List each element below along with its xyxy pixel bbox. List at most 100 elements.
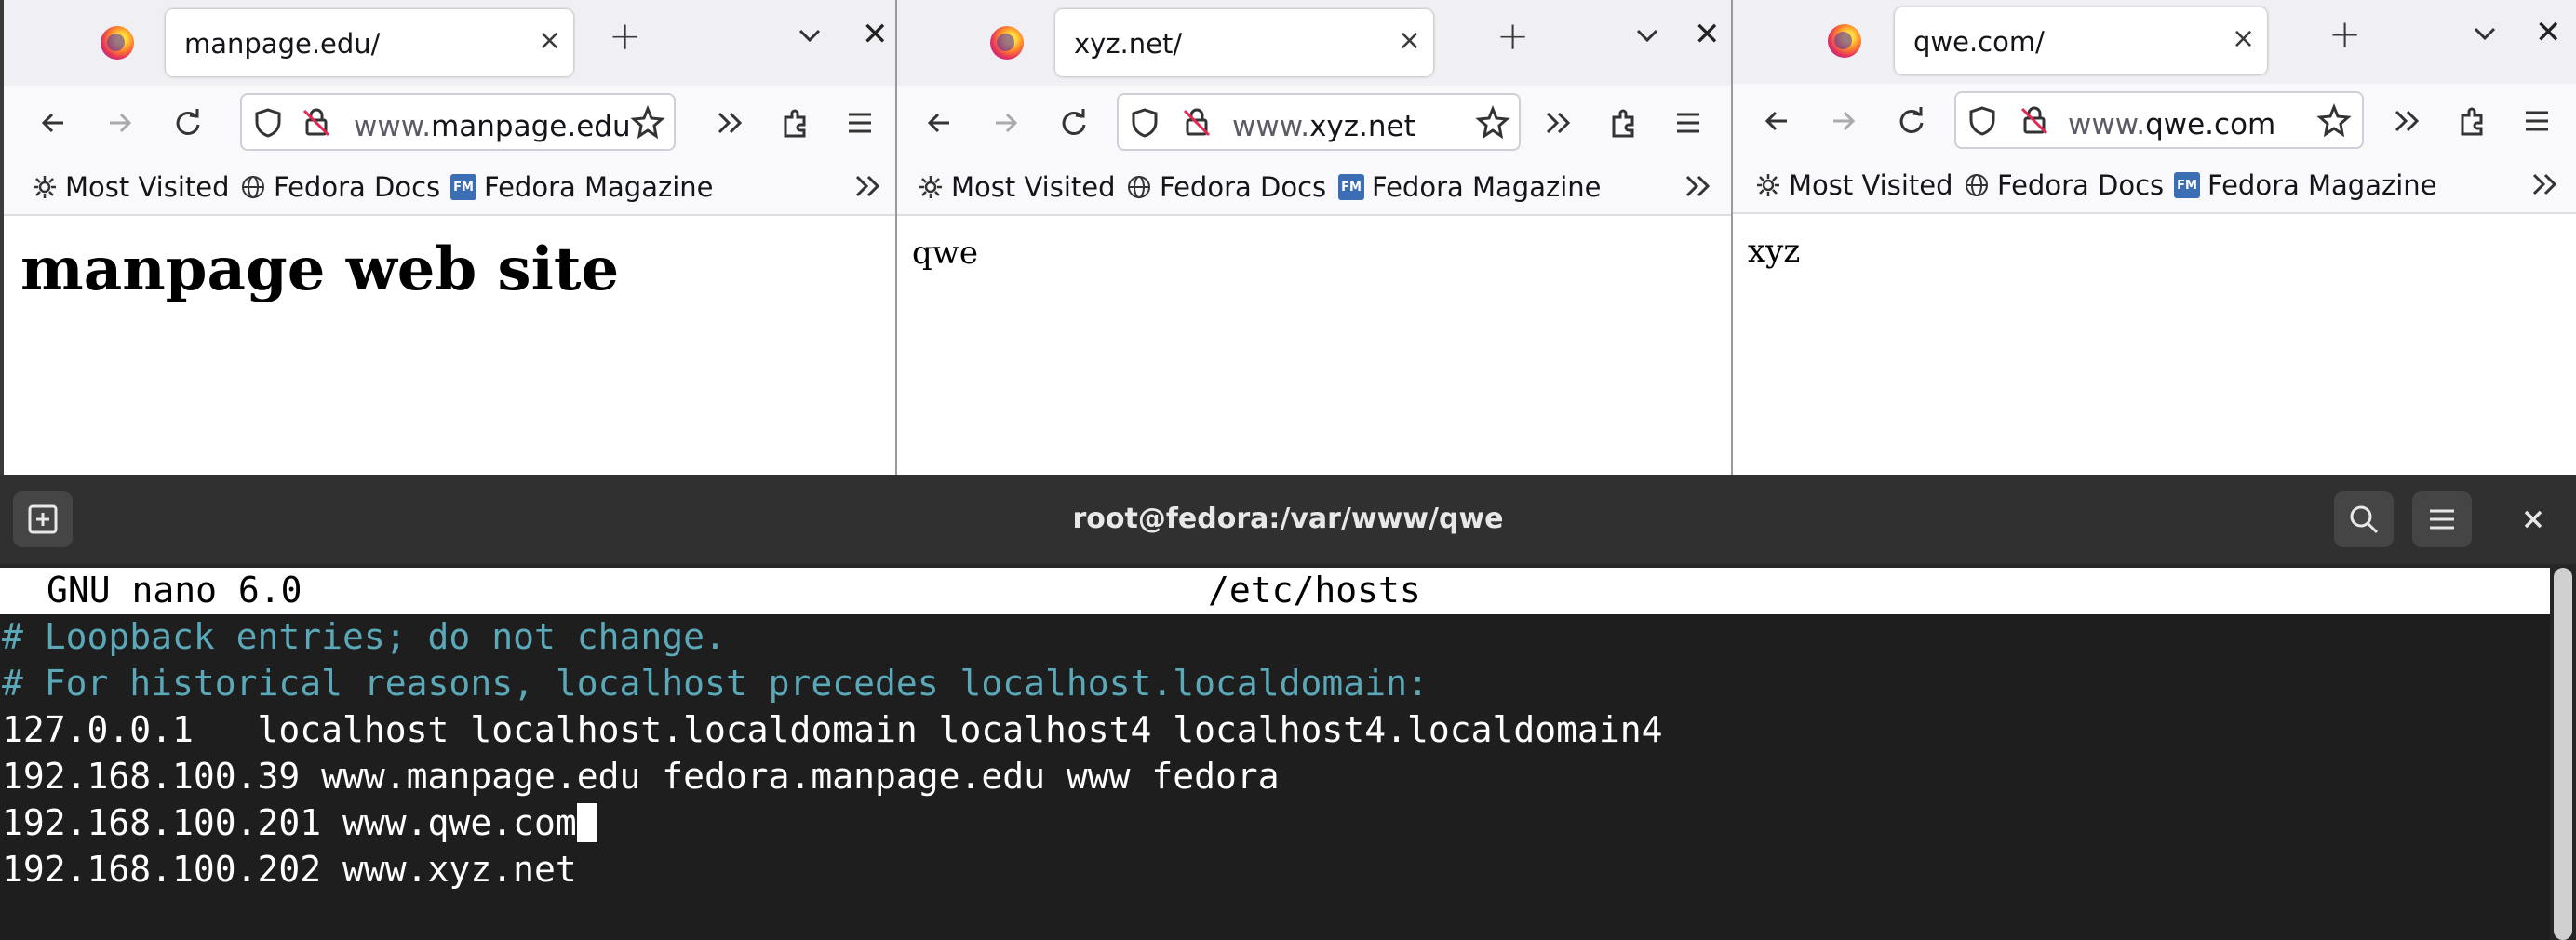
url-bar[interactable]: www.xyz.net	[1117, 93, 1521, 151]
back-arrow-icon[interactable]	[921, 104, 959, 141]
forward-arrow-icon[interactable]	[101, 104, 138, 141]
insecure-lock-icon[interactable]	[1180, 106, 1214, 140]
back-arrow-icon[interactable]	[1759, 102, 1796, 140]
new-tab-button[interactable]: +	[2328, 15, 2361, 54]
url-prefix: www.	[2068, 108, 2146, 141]
menu-button[interactable]	[2412, 491, 2472, 547]
window-close-icon[interactable]: ✕	[2535, 17, 2562, 48]
tab-qwe[interactable]: qwe.com/ ×	[1895, 7, 2267, 74]
tab-close-icon[interactable]: ×	[2232, 22, 2255, 55]
forward-arrow-icon[interactable]	[1824, 102, 1861, 140]
gear-icon	[34, 176, 56, 198]
nano-version: GNU nano 6.0	[47, 570, 302, 611]
browser-window-manpage: manpage.edu/ × + ✕ www.manpage.edu Most …	[0, 0, 895, 475]
extensions-icon[interactable]	[776, 104, 813, 141]
bookmark-fedora-docs[interactable]: Fedora Docs	[1126, 171, 1326, 203]
forward-arrow-icon[interactable]	[986, 104, 1024, 141]
bookmark-label: Fedora Magazine	[484, 171, 714, 203]
bookmark-label: Most Visited	[1789, 169, 1953, 201]
chevron-double-right-icon[interactable]	[2526, 166, 2563, 203]
new-tab-button[interactable]: +	[1496, 17, 1529, 56]
tab-close-icon[interactable]: ×	[1398, 24, 1421, 57]
hamburger-menu-icon	[2430, 509, 2454, 530]
bookmark-fedora-docs[interactable]: Fedora Docs	[1964, 169, 2164, 201]
chevron-down-icon[interactable]	[2472, 20, 2498, 47]
page-content: xyz	[1733, 214, 2576, 475]
tab-strip: manpage.edu/ × + ✕	[4, 0, 895, 86]
gear-icon	[1757, 174, 1779, 196]
new-tab-button[interactable]: +	[609, 17, 641, 56]
star-icon[interactable]	[629, 104, 666, 141]
extensions-icon[interactable]	[1604, 104, 1642, 141]
tab-close-icon[interactable]: ×	[538, 24, 561, 57]
chevron-down-icon[interactable]	[1634, 22, 1660, 48]
bookmark-fedora-docs[interactable]: Fedora Docs	[240, 171, 440, 203]
window-close-icon[interactable]: ✕	[862, 19, 889, 50]
chevron-double-right-icon[interactable]	[1539, 104, 1576, 141]
url-bar[interactable]: www.qwe.com	[1954, 91, 2364, 149]
search-button[interactable]	[2334, 491, 2394, 547]
tab-manpage[interactable]: manpage.edu/ ×	[166, 9, 573, 76]
window-close-icon[interactable]: ✕	[1694, 19, 1721, 50]
reload-icon[interactable]	[1055, 104, 1093, 141]
bookmark-label: Fedora Docs	[1160, 171, 1327, 203]
nano-title-bar: GNU nano 6.0 /etc/hosts	[0, 568, 2550, 614]
fedora-magazine-icon: FM	[450, 174, 476, 200]
tab-title: qwe.com/	[1913, 26, 2045, 58]
tab-strip: qwe.com/ × + ✕	[1733, 0, 2576, 84]
bookmark-most-visited[interactable]: Most Visited	[1755, 169, 1953, 201]
hosts-line: 192.168.100.202 www.xyz.net	[2, 849, 577, 890]
bookmark-label: Fedora Docs	[274, 171, 441, 203]
terminal-header: root@fedora:/var/www/qwe	[0, 475, 2576, 564]
shield-icon[interactable]	[251, 106, 285, 140]
hamburger-menu-icon[interactable]	[841, 104, 879, 141]
bookmark-most-visited[interactable]: Most Visited	[32, 171, 230, 203]
shield-icon[interactable]	[1128, 106, 1161, 140]
close-icon[interactable]	[2516, 503, 2550, 536]
url-text[interactable]: www.xyz.net	[1232, 110, 1415, 143]
hamburger-menu-icon[interactable]	[2518, 102, 2556, 140]
hosts-line: # Loopback entries; do not change.	[2, 616, 726, 657]
chevron-double-right-icon[interactable]	[849, 168, 886, 205]
tab-strip: xyz.net/ × + ✕	[897, 0, 1731, 86]
chevron-double-right-icon[interactable]	[711, 104, 748, 141]
chevron-down-icon[interactable]	[797, 22, 823, 48]
fedora-magazine-icon: FM	[1338, 174, 1364, 200]
browser-window-xyz: xyz.net/ × + ✕ www.xyz.net Most Visited …	[895, 0, 1731, 475]
tab-title: manpage.edu/	[184, 28, 381, 60]
hosts-line: 127.0.0.1 localhost localhost.localdomai…	[2, 709, 1663, 750]
firefox-icon	[990, 26, 1024, 60]
chevron-double-right-icon[interactable]	[2388, 102, 2425, 140]
url-text[interactable]: www.qwe.com	[2068, 108, 2275, 141]
page-content: qwe	[897, 216, 1731, 475]
bookmark-label: Fedora Docs	[1997, 169, 2165, 201]
browser-window-qwe: qwe.com/ × + ✕ www.qwe.com Most Visited …	[1731, 0, 2576, 475]
page-content: manpage web site	[4, 216, 895, 475]
insecure-lock-icon[interactable]	[2018, 104, 2051, 138]
tab-title: xyz.net/	[1074, 28, 1183, 60]
reload-icon[interactable]	[169, 104, 207, 141]
bookmark-most-visited[interactable]: Most Visited	[918, 171, 1116, 203]
star-icon[interactable]	[1474, 104, 1511, 141]
url-text[interactable]: www.manpage.edu	[354, 110, 631, 143]
shield-icon[interactable]	[1966, 104, 1999, 138]
bookmarks-toolbar: Most Visited Fedora Docs FM Fedora Magazi…	[4, 160, 895, 216]
chevron-double-right-icon[interactable]	[1679, 168, 1716, 205]
reload-icon[interactable]	[1893, 102, 1930, 140]
extensions-icon[interactable]	[2453, 102, 2490, 140]
insecure-lock-icon[interactable]	[300, 106, 333, 140]
bookmark-label: Fedora Magazine	[1372, 171, 1602, 203]
nano-filename: /etc/hosts	[1208, 570, 1421, 611]
bookmark-fedora-magazine[interactable]: FM Fedora Magazine	[1338, 171, 1601, 203]
terminal-scrollbar[interactable]	[2554, 568, 2572, 940]
nano-editor[interactable]: GNU nano 6.0 /etc/hosts # Loopback entri…	[0, 568, 2550, 940]
hamburger-menu-icon[interactable]	[1670, 104, 1707, 141]
star-icon[interactable]	[2315, 102, 2353, 140]
url-bar[interactable]: www.manpage.edu	[240, 93, 676, 151]
bookmark-label: Fedora Magazine	[2207, 169, 2437, 201]
tab-xyz[interactable]: xyz.net/ ×	[1055, 9, 1433, 76]
bookmark-fedora-magazine[interactable]: FM Fedora Magazine	[2174, 169, 2436, 201]
url-prefix: www.	[1232, 110, 1310, 143]
back-arrow-icon[interactable]	[35, 104, 73, 141]
bookmark-fedora-magazine[interactable]: FM Fedora Magazine	[450, 171, 713, 203]
